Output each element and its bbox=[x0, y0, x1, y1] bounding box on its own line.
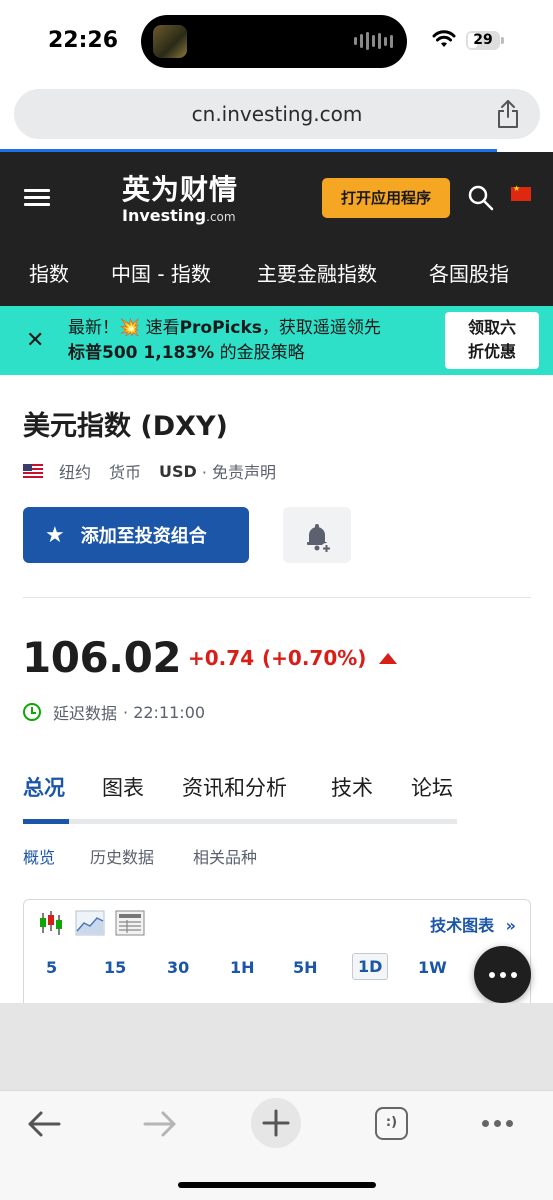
dynamic-island[interactable] bbox=[141, 15, 407, 68]
logo-chinese: 英为财情 bbox=[122, 173, 239, 206]
star-icon: ★ bbox=[45, 522, 65, 548]
nav-item-major-indices[interactable]: 主要金融指数 bbox=[257, 258, 377, 287]
menu-icon[interactable] bbox=[24, 189, 50, 207]
battery-icon: 29 bbox=[466, 31, 500, 50]
interval-15[interactable]: 15 bbox=[104, 958, 126, 977]
instrument-meta: 纽约 货币 USD · 免责声明 bbox=[23, 459, 276, 483]
url-text[interactable]: cn.investing.com bbox=[14, 102, 540, 126]
nav-item-china-indices[interactable]: 中国 - 指数 bbox=[111, 258, 211, 287]
price-change: +0.74 bbox=[188, 646, 255, 670]
address-bar[interactable]: cn.investing.com bbox=[14, 89, 540, 139]
page: 22:26 29 cn.investing.com 英为财情 Investing… bbox=[0, 0, 553, 1200]
up-arrow-icon bbox=[379, 653, 397, 664]
site-header: 英为财情 Investing.com 打开应用程序 指数 中国 - 指数 主要金… bbox=[0, 152, 553, 306]
add-to-portfolio-button[interactable]: ★ 添加至投资组合 bbox=[23, 507, 249, 563]
subtab-historical-data[interactable]: 历史数据 bbox=[90, 844, 154, 868]
status-time: 22:26 bbox=[48, 28, 119, 53]
delay-time: · 22:11:00 bbox=[123, 702, 206, 722]
open-app-button[interactable]: 打开应用程序 bbox=[322, 178, 450, 218]
interval-30[interactable]: 30 bbox=[167, 958, 189, 977]
currency-value: USD bbox=[159, 461, 197, 481]
candlestick-chart-icon[interactable] bbox=[38, 909, 68, 937]
battery-cap bbox=[501, 37, 504, 44]
page-title: 美元指数 (DXY) bbox=[23, 411, 228, 442]
us-flag-icon bbox=[23, 464, 43, 478]
search-icon[interactable] bbox=[468, 185, 494, 211]
technical-chart-link[interactable]: 技术图表 » bbox=[430, 912, 516, 936]
bell-plus-icon bbox=[307, 524, 332, 554]
interval-5[interactable]: 5 bbox=[46, 958, 57, 977]
delay-label: 延迟数据 bbox=[53, 704, 118, 723]
delay-info: 延迟数据 · 22:11:00 bbox=[23, 700, 205, 724]
nav-item-indices[interactable]: 指数 bbox=[29, 258, 69, 287]
currency-label: 货币 bbox=[109, 463, 142, 482]
area-chart-icon[interactable] bbox=[75, 909, 105, 937]
interval-1d[interactable]: 1D bbox=[352, 953, 389, 980]
last-price: 106.02 bbox=[22, 633, 182, 682]
home-indicator bbox=[178, 1182, 376, 1188]
tab-chart[interactable]: 图表 bbox=[102, 772, 144, 802]
exchange-label: 纽约 bbox=[59, 463, 92, 482]
new-tab-button[interactable] bbox=[251, 1098, 301, 1148]
share-icon[interactable] bbox=[496, 99, 520, 129]
table-view-icon[interactable] bbox=[115, 909, 145, 937]
china-flag-icon[interactable] bbox=[511, 184, 531, 201]
create-alert-button[interactable] bbox=[283, 507, 351, 563]
section-divider bbox=[23, 597, 531, 598]
close-icon[interactable]: ✕ bbox=[26, 330, 44, 352]
tabs-underline bbox=[23, 819, 457, 824]
more-actions-button[interactable] bbox=[474, 946, 531, 1003]
subtab-summary[interactable]: 概览 bbox=[23, 844, 55, 868]
plus-icon bbox=[262, 1109, 290, 1137]
chart-widget: 技术图表 » 5 15 30 1H 5H 1D 1W bbox=[23, 899, 531, 1004]
subtab-related-instruments[interactable]: 相关品种 bbox=[193, 844, 257, 868]
audio-wave-icon bbox=[354, 32, 393, 50]
interval-5h[interactable]: 5H bbox=[293, 958, 318, 977]
explosion-emoji-icon: 💥 bbox=[119, 318, 141, 338]
add-to-portfolio-label: 添加至投资组合 bbox=[80, 526, 207, 547]
tab-news-analysis[interactable]: 资讯和分析 bbox=[182, 772, 287, 802]
promo-text[interactable]: 最新！💥 速看ProPicks，获取遥遥领先 标普500 1,183% 的金股策… bbox=[68, 316, 438, 366]
status-bar: 22:26 29 bbox=[0, 0, 553, 82]
disclaimer-link[interactable]: · 免责声明 bbox=[202, 459, 276, 483]
logo-english: Investing.com bbox=[122, 206, 236, 225]
back-arrow-icon[interactable] bbox=[26, 1109, 62, 1139]
clock-icon bbox=[23, 703, 41, 721]
loading-placeholder bbox=[0, 1003, 553, 1090]
interval-1w[interactable]: 1W bbox=[418, 958, 447, 977]
battery-level: 29 bbox=[473, 32, 493, 48]
tab-switcher-button[interactable]: :) bbox=[375, 1107, 408, 1140]
promo-banner: ✕ 最新！💥 速看ProPicks，获取遥遥领先 标普500 1,183% 的金… bbox=[0, 306, 553, 375]
interval-selector: 5 15 30 1H 5H 1D 1W bbox=[24, 950, 484, 984]
forward-arrow-icon[interactable] bbox=[142, 1109, 178, 1139]
interval-1h[interactable]: 1H bbox=[230, 958, 255, 977]
category-nav: 指数 中国 - 指数 主要金融指数 各国股指 bbox=[0, 254, 553, 294]
tab-technical[interactable]: 技术 bbox=[331, 772, 373, 802]
now-playing-thumbnail bbox=[153, 25, 187, 58]
tab-forum[interactable]: 论坛 bbox=[411, 772, 453, 802]
section-tabs: 总况 图表 资讯和分析 技术 论坛 bbox=[23, 770, 457, 824]
promo-discount-button[interactable]: 领取六 折优惠 bbox=[445, 312, 539, 369]
active-tab-indicator bbox=[23, 819, 69, 824]
price-change-percent: (+0.70%) bbox=[262, 646, 367, 670]
browser-menu-icon[interactable] bbox=[482, 1120, 513, 1127]
wifi-icon bbox=[432, 30, 456, 47]
investing-logo[interactable]: 英为财情 Investing.com bbox=[122, 168, 272, 225]
tab-overview[interactable]: 总况 bbox=[23, 772, 65, 802]
nav-item-world-indices[interactable]: 各国股指 bbox=[429, 258, 509, 287]
